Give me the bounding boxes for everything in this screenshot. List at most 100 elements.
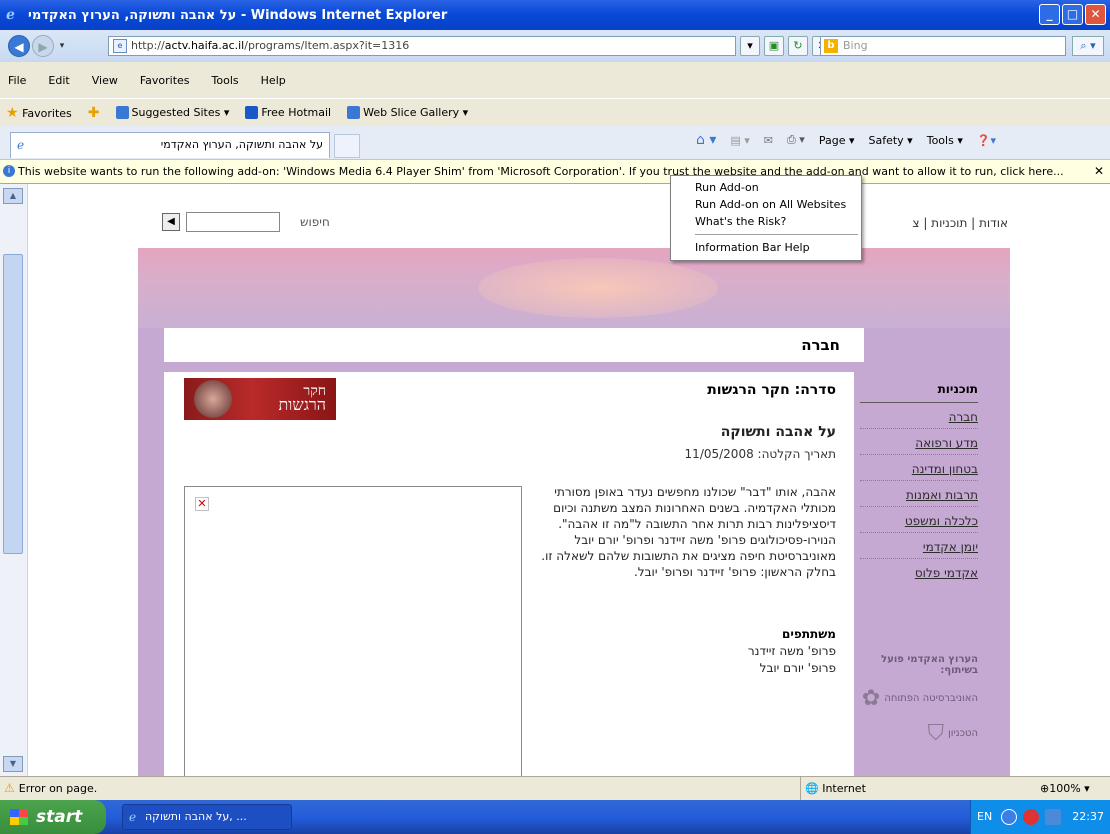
vertical-scrollbar[interactable]: ▲ ▼: [0, 184, 28, 776]
address-bar-row: ◀ ▶ ▾ e http://actv.haifa.ac.il/programs…: [0, 30, 1110, 62]
security-shield-icon[interactable]: [1023, 809, 1039, 825]
command-bar: ⌂ ▾ ▤ ▾ ✉ ⎙ ▾ Page ▾ Safety ▾ Tools ▾ ❓▾: [696, 132, 996, 148]
url-domain: actv.haifa.ac.il: [164, 39, 245, 52]
tray-arrow-icon[interactable]: [1001, 809, 1017, 825]
zoom-level[interactable]: ⊕100% ▾: [1040, 777, 1090, 800]
sidebar-item-society[interactable]: חברה: [860, 403, 978, 429]
taskbar-item-ie[interactable]: ℯ על אהבה ותשוקה, ...: [122, 804, 292, 830]
addon-context-menu: Run Add-on Run Add-on on All Websites Wh…: [670, 175, 862, 261]
sidebar-item-economy[interactable]: כלכלה ומשפט: [860, 507, 978, 533]
participant-2: פרופ' יורם יובל: [759, 661, 836, 675]
url-input[interactable]: e http://actv.haifa.ac.il/programs/Item.…: [108, 36, 736, 56]
favorite-free-hotmail[interactable]: Free Hotmail: [245, 106, 331, 120]
site-top-nav: ◀ חיפוש אודות | תוכניות | צ: [138, 204, 1010, 248]
zoom-icon: ⊕: [1040, 782, 1050, 795]
menu-file[interactable]: File: [8, 74, 26, 87]
program-title: על אהבה ותשוקה: [720, 424, 836, 440]
hotmail-icon: [245, 106, 259, 120]
series-logo[interactable]: חקר הרגשות: [184, 378, 336, 420]
close-window-button[interactable]: ✕: [1085, 4, 1106, 25]
search-go-button[interactable]: ◀: [162, 213, 180, 231]
page-content: ◀ חיפוש אודות | תוכניות | צ חברה סדרה: ח…: [28, 184, 1110, 776]
menu-favorites[interactable]: Favorites: [140, 74, 190, 87]
new-tab-button[interactable]: [334, 134, 360, 158]
menu-run-addon-all-websites[interactable]: Run Add-on on All Websites: [671, 196, 861, 213]
address-dropdown-button[interactable]: ▾: [740, 36, 760, 56]
mail-icon[interactable]: ✉: [764, 134, 773, 147]
site-nav-links[interactable]: אודות | תוכניות | צ: [912, 216, 1008, 230]
tools-menu[interactable]: Tools ▾: [927, 134, 963, 147]
menu-tools[interactable]: Tools: [212, 74, 239, 87]
technion-logo-icon: ⛉: [927, 721, 944, 746]
partner-technion[interactable]: הטכניון ⛉: [860, 721, 978, 746]
maximize-button[interactable]: □: [1062, 4, 1083, 25]
category-title: חברה: [164, 328, 864, 362]
site-search-input[interactable]: [186, 212, 280, 232]
participant-1: פרופ' משה זיידנר: [747, 644, 836, 658]
broken-image-icon: ✕: [195, 497, 209, 511]
menu-edit[interactable]: Edit: [48, 74, 69, 87]
menu-view[interactable]: View: [92, 74, 118, 87]
scroll-thumb[interactable]: [3, 254, 23, 554]
help-icon[interactable]: ❓▾: [977, 134, 996, 147]
search-button[interactable]: ⌕ ▾: [1072, 36, 1104, 56]
menu-information-bar-help[interactable]: Information Bar Help: [671, 239, 861, 256]
partner-open-university[interactable]: האוניברסיטה הפתוחה ✿: [860, 686, 978, 711]
sidebar-item-security[interactable]: בטחון ומדינה: [860, 455, 978, 481]
menu-run-addon[interactable]: Run Add-on: [671, 179, 861, 196]
site-banner: [138, 248, 1010, 328]
sidebar-item-science[interactable]: מדע ורפואה: [860, 429, 978, 455]
recent-pages-dropdown[interactable]: ▾: [56, 35, 68, 57]
status-bar: ⚠ Error on page. 🌐 Internet ⊕100% ▾: [0, 776, 1110, 800]
sidebar-heading: תוכניות: [860, 382, 978, 403]
refresh-icon[interactable]: ↻: [788, 36, 808, 56]
print-icon[interactable]: ⎙ ▾: [787, 133, 805, 147]
scroll-up-button[interactable]: ▲: [3, 188, 23, 204]
information-bar[interactable]: i This website wants to run the followin…: [0, 160, 1110, 184]
close-infobar-icon[interactable]: ✕: [1094, 160, 1104, 183]
add-favorite-button[interactable]: ✚: [88, 105, 100, 121]
url-prefix: http://: [131, 39, 165, 52]
series-title: סדרה: חקר הרגשות: [707, 382, 836, 398]
windows-taskbar: start ℯ על אהבה ותשוקה, ... EN 22:37: [0, 800, 1110, 834]
tab-current[interactable]: ℯ על אהבה ותשוקה, הערוץ האקדמי: [10, 132, 330, 158]
favorite-web-slice-gallery[interactable]: Web Slice Gallery ▾: [347, 106, 468, 120]
error-on-page[interactable]: ⚠ Error on page.: [4, 777, 97, 800]
language-indicator[interactable]: EN: [977, 800, 992, 834]
network-icon[interactable]: [1045, 809, 1061, 825]
security-zone[interactable]: 🌐 Internet: [800, 777, 960, 800]
back-button[interactable]: ◀: [8, 35, 30, 57]
participants-label: משתתפים: [782, 627, 836, 641]
menu-whats-the-risk[interactable]: What's the Risk?: [671, 213, 861, 230]
window-title-bar[interactable]: ℯ על אהבה ותשוקה, הערוץ האקדמי - Windows…: [0, 0, 1110, 30]
site-search: ◀ חיפוש: [162, 212, 330, 232]
ie-page-icon: [347, 106, 361, 120]
page-menu[interactable]: Page ▾: [819, 134, 855, 147]
sidebar-item-culture[interactable]: תרבות ואמנות: [860, 481, 978, 507]
compatibility-icon[interactable]: ▣: [764, 36, 784, 56]
programs-sidebar: תוכניות חברה מדע ורפואה בטחון ומדינה תרב…: [856, 372, 984, 776]
minimize-button[interactable]: _: [1039, 4, 1060, 25]
program-description: אהבה, אותו "דבר" שכולנו מחפשים נעדר באופ…: [541, 485, 836, 579]
open-university-logo-icon: ✿: [861, 686, 881, 711]
media-player-placeholder[interactable]: ✕: [184, 486, 522, 776]
site-search-label: חיפוש: [300, 215, 330, 229]
favorites-button[interactable]: ★ Favorites: [6, 105, 72, 121]
ie-tab-icon: ℯ: [17, 138, 25, 152]
menu-separator: [695, 234, 858, 235]
address-buttons: ▾ ▣ ↻ ✕: [740, 36, 832, 56]
safety-menu[interactable]: Safety ▾: [869, 134, 913, 147]
home-icon[interactable]: ⌂ ▾: [696, 132, 716, 148]
favorite-suggested-sites[interactable]: Suggested Sites ▾: [115, 106, 229, 120]
url-path: /programs/Item.aspx?it=1316: [244, 39, 410, 52]
scroll-down-button[interactable]: ▼: [3, 756, 23, 772]
menu-help[interactable]: Help: [261, 74, 286, 87]
ie-logo-icon: ℯ: [6, 7, 15, 23]
forward-button[interactable]: ▶: [32, 35, 54, 57]
sidebar-item-academic-diary[interactable]: יומן אקדמי: [860, 533, 978, 559]
sidebar-item-academic-plus[interactable]: אקדמי פלוס: [860, 559, 978, 584]
start-button[interactable]: start: [0, 800, 106, 834]
search-input[interactable]: b Bing: [820, 36, 1066, 56]
info-icon: i: [3, 165, 15, 177]
feeds-icon[interactable]: ▤ ▾: [730, 134, 749, 147]
